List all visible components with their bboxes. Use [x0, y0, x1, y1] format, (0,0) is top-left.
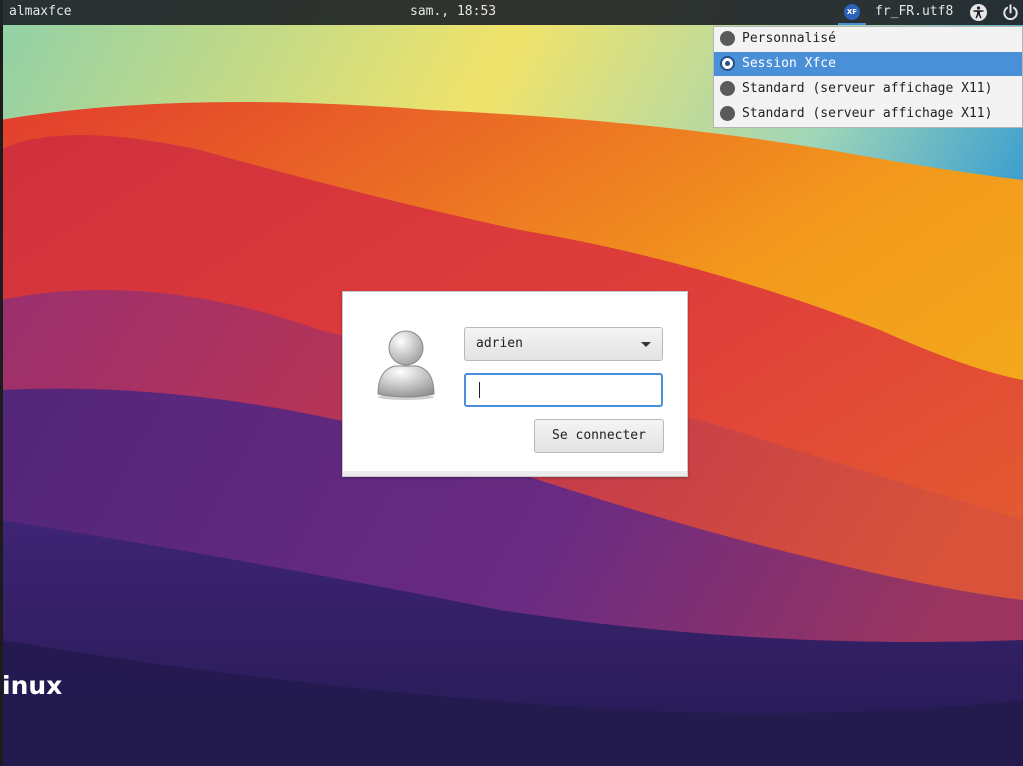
- session-option-label: Session Xfce: [742, 56, 836, 71]
- login-button[interactable]: Se connecter: [534, 419, 664, 453]
- session-option-label: Personnalisé: [742, 31, 836, 46]
- power-icon[interactable]: [1001, 3, 1020, 22]
- radio-icon: [720, 31, 735, 46]
- username-value: adrien: [476, 336, 523, 351]
- brand-text: inux: [2, 671, 63, 700]
- password-input[interactable]: [464, 373, 663, 407]
- user-avatar-icon: [375, 328, 437, 400]
- login-dialog: adrien Se connecter: [342, 291, 688, 477]
- hostname-label: almaxfce: [9, 4, 72, 19]
- clock-label[interactable]: sam., 18:53: [410, 4, 496, 19]
- session-selector-button[interactable]: XF: [838, 0, 866, 25]
- session-menu: Personnalisé Session Xfce Standard (serv…: [713, 26, 1023, 128]
- accessibility-icon[interactable]: [969, 3, 988, 22]
- dialog-footer-shade: [343, 471, 687, 476]
- session-option-standard-x11-2[interactable]: Standard (serveur affichage X11): [714, 102, 1022, 126]
- radio-selected-icon: [720, 56, 735, 71]
- radio-icon: [720, 106, 735, 121]
- screen-edge: [0, 0, 3, 766]
- session-option-label: Standard (serveur affichage X11): [742, 81, 993, 96]
- text-caret: [479, 382, 480, 398]
- session-option-xfce[interactable]: Session Xfce: [714, 52, 1022, 76]
- session-option-label: Standard (serveur affichage X11): [742, 106, 993, 121]
- username-select[interactable]: adrien: [464, 327, 663, 361]
- session-option-personnalise[interactable]: Personnalisé: [714, 27, 1022, 51]
- xfce-session-icon: XF: [844, 4, 860, 20]
- session-option-standard-x11[interactable]: Standard (serveur affichage X11): [714, 77, 1022, 101]
- radio-icon: [720, 81, 735, 96]
- top-panel: almaxfce sam., 18:53 XF fr_FR.utf8: [0, 0, 1023, 25]
- language-selector[interactable]: fr_FR.utf8: [875, 4, 953, 19]
- chevron-down-icon: [641, 342, 651, 347]
